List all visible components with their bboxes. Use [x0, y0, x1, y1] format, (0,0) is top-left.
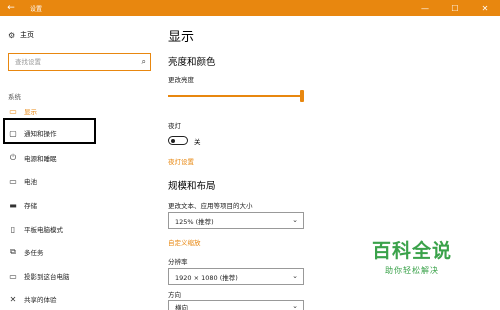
sidebar-item-battery[interactable]: ▭ 电池 [0, 171, 160, 191]
sidebar-item-label: 平板电脑模式 [24, 226, 63, 234]
resolution-value: 1920 × 1080 (推荐) [175, 273, 238, 282]
custom-scale-link[interactable]: 自定义缩放 [168, 237, 201, 247]
watermark-title: 百科全说 [371, 240, 452, 262]
sidebar-item-label: 电源和睡眠 [24, 155, 57, 163]
multitask-icon: ⧉ [10, 247, 16, 256]
share-icon: ✕ [9, 294, 17, 304]
brightness-label: 更改亮度 [168, 76, 194, 84]
sidebar-item-label: 存储 [24, 202, 37, 210]
orientation-dropdown[interactable]: 横向 ⌄ [168, 300, 304, 310]
scale-dropdown[interactable]: 125% (推荐) ⌄ [168, 212, 304, 229]
night-light-toggle[interactable] [168, 136, 188, 145]
sidebar-item-label: 显示 [24, 108, 37, 116]
slider-track [168, 95, 301, 97]
section-label: 系统 [8, 93, 21, 101]
chevron-down-icon: ⌄ [292, 302, 298, 310]
chevron-down-icon: ⌄ [292, 216, 298, 224]
watermark: 百科全说 助你轻松解决 [352, 236, 472, 276]
search-box[interactable]: ⌕ [8, 53, 151, 71]
minimize-button[interactable]: — [410, 0, 440, 16]
sidebar-item-label: 多任务 [24, 249, 44, 257]
chevron-down-icon: ⌄ [292, 272, 298, 280]
close-button[interactable]: ✕ [470, 0, 500, 16]
maximize-button[interactable]: ☐ [440, 0, 470, 16]
sidebar-item-projecting[interactable]: ▭ 投影到这台电脑 [0, 266, 160, 286]
window-title: 设置 [30, 5, 43, 13]
home-label: 主页 [20, 31, 34, 39]
resolution-label: 分辨率 [168, 258, 188, 266]
night-light-settings-link[interactable]: 夜灯设置 [168, 156, 194, 166]
brightness-slider[interactable] [168, 90, 304, 102]
sidebar-item-tablet[interactable]: ▯ 平板电脑模式 [0, 219, 160, 239]
sidebar: ⚙ 主页 ⌕ 系统 ▭ 显示 ▢ 通知和操作 ⏻ 电源和睡眠 ▭ 电池 ▬ 存储… [0, 16, 160, 310]
back-button[interactable]: ← [0, 0, 22, 16]
arrow-left-icon: ← [7, 3, 15, 13]
storage-icon: ▬ [9, 200, 17, 210]
orientation-value: 横向 [175, 304, 188, 310]
tablet-icon: ▯ [10, 224, 16, 234]
search-icon: ⌕ [141, 57, 146, 66]
night-light-state: 关 [194, 138, 201, 146]
watermark-subtitle: 助你轻松解决 [385, 266, 439, 275]
sidebar-item-label: 电池 [24, 178, 37, 186]
brightness-section-title: 亮度和颜色 [168, 57, 216, 68]
night-light-label: 夜灯 [168, 122, 181, 130]
battery-icon: ▭ [9, 176, 17, 186]
slider-thumb[interactable] [300, 90, 304, 102]
sidebar-item-label: 投影到这台电脑 [24, 273, 70, 281]
gear-icon: ⚙ [8, 30, 16, 40]
scale-value: 125% (推荐) [175, 217, 214, 226]
sidebar-item-storage[interactable]: ▬ 存储 [0, 195, 160, 215]
monitor-icon: ▭ [9, 106, 17, 116]
power-icon: ⏻ [9, 153, 17, 162]
scale-label: 更改文本、应用等项目的大小 [168, 202, 253, 210]
orientation-label: 方向 [168, 291, 181, 299]
scale-section-title: 规模和布局 [168, 181, 216, 192]
sidebar-item-multitasking[interactable]: ⧉ 多任务 [0, 242, 160, 262]
toggle-knob [171, 138, 175, 143]
sidebar-item-label: 共享的体验 [24, 296, 57, 304]
highlight-box [3, 118, 96, 144]
title-bar: ← 设置 — ☐ ✕ [0, 0, 500, 16]
resolution-dropdown[interactable]: 1920 × 1080 (推荐) ⌄ [168, 268, 304, 285]
sidebar-item-power[interactable]: ⏻ 电源和睡眠 [0, 148, 160, 168]
page-title: 显示 [168, 30, 195, 45]
sidebar-home[interactable]: ⚙ 主页 [8, 30, 34, 40]
sidebar-item-shared-experiences[interactable]: ✕ 共享的体验 [0, 289, 160, 309]
project-icon: ▭ [9, 271, 17, 281]
search-input[interactable] [9, 58, 133, 66]
